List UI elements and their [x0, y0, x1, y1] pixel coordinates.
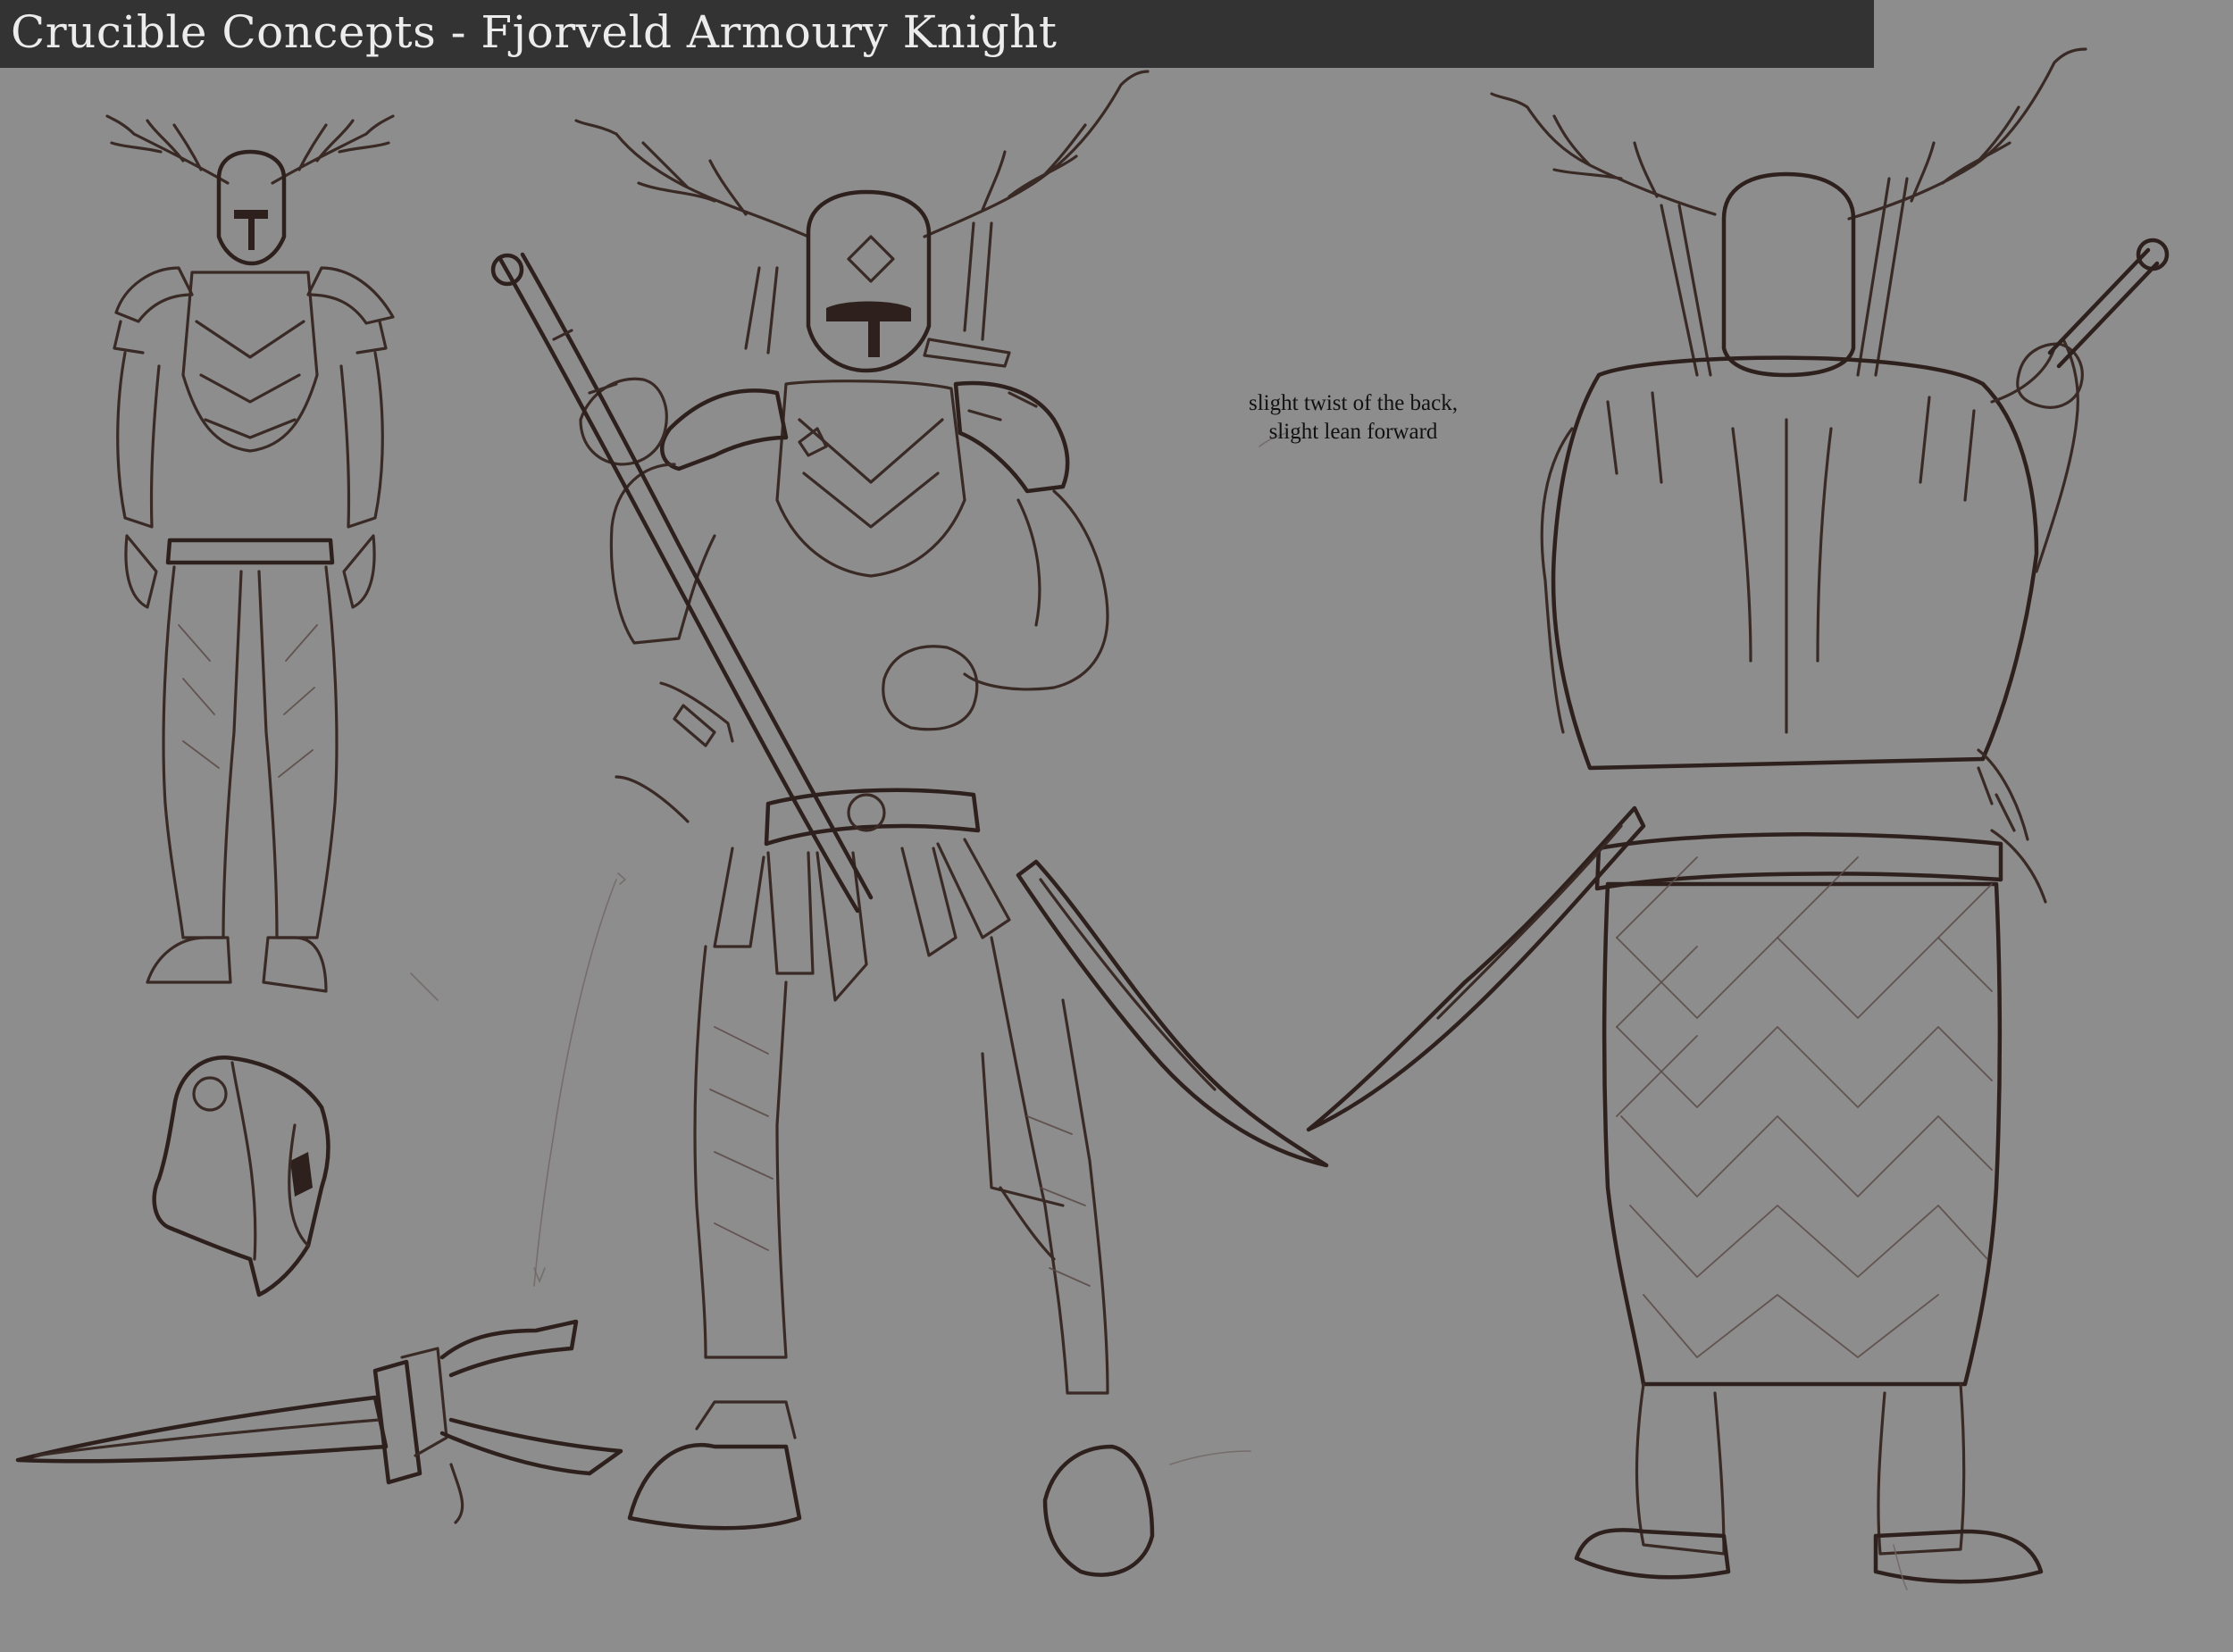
- construction-guides: [410, 432, 1908, 1590]
- sketch-canvas: [15, 47, 2170, 1590]
- pose-annotation-line-2: slight lean forward: [1268, 420, 1438, 444]
- back-view-knight-sketch: [1306, 47, 2170, 1584]
- pose-annotation-line-1: slight twist of the back,: [1249, 391, 1458, 415]
- small-front-knight-sketch: [105, 114, 395, 993]
- helmet-side-sketch: [152, 1055, 330, 1297]
- pose-annotation: slight twist of the back, slight lean fo…: [1215, 389, 1492, 446]
- dagger-sketch: [15, 1319, 623, 1524]
- main-front-knight-sketch: [490, 70, 1329, 1577]
- concept-sheet: Crucible Concepts - Fjorveld Armoury Kni…: [0, 0, 2233, 1652]
